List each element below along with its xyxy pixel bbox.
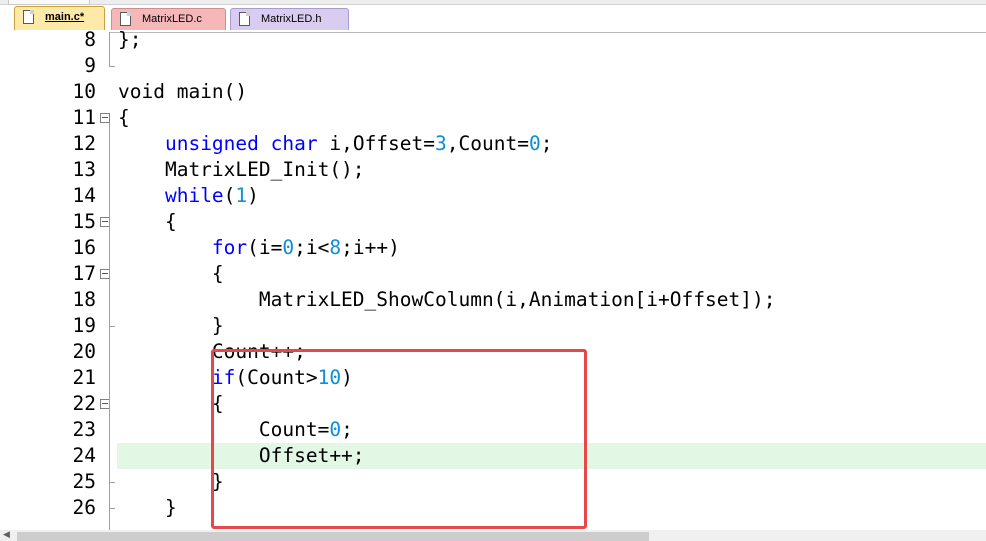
- line-number: 14: [72, 184, 96, 207]
- scrollbar-thumb[interactable]: [17, 532, 649, 541]
- code-line[interactable]: }: [118, 313, 224, 339]
- line-number: 10: [72, 80, 96, 103]
- fold-guide-line: [109, 123, 110, 541]
- code-line[interactable]: MatrixLED_ShowColumn(i,Animation[i+Offse…: [118, 287, 776, 313]
- tab-label: MatrixLED.c: [142, 13, 202, 25]
- tab-label: main.c*: [45, 11, 85, 23]
- code-line[interactable]: {: [118, 261, 224, 287]
- line-number: 16: [72, 236, 96, 259]
- editor-tab-bar: main.c* MatrixLED.c MatrixLED.h: [0, 0, 986, 33]
- fold-end-tick: [109, 66, 115, 67]
- code-line[interactable]: {: [118, 391, 224, 417]
- code-editor[interactable]: 8}; 9 10 void main() 11 {12 unsigned char i,O…: [0, 28, 986, 541]
- fold-end-tick: [109, 482, 115, 483]
- fold-end-tick: [109, 326, 115, 327]
- fold-guide-line: [109, 32, 110, 66]
- line-number: 26: [72, 496, 96, 519]
- horizontal-scrollbar[interactable]: ◀: [0, 530, 986, 541]
- code-line[interactable]: };: [118, 27, 141, 53]
- line-number: 23: [72, 418, 96, 441]
- line-number: 24: [72, 444, 96, 467]
- line-number: 20: [72, 340, 96, 363]
- line-number: 25: [72, 470, 96, 493]
- code-line[interactable]: {: [118, 209, 177, 235]
- line-number: 9: [84, 54, 96, 77]
- line-number: 13: [72, 158, 96, 181]
- toolbar-strip: [0, 0, 986, 5]
- scroll-left-icon[interactable]: ◀: [3, 530, 10, 540]
- code-line[interactable]: MatrixLED_Init();: [118, 157, 365, 183]
- file-icon: [239, 12, 250, 26]
- line-number: 15: [72, 210, 96, 233]
- toolbar-field: [8, 0, 90, 5]
- code-line[interactable]: while(1): [118, 183, 259, 209]
- code-line[interactable]: }: [118, 495, 177, 521]
- code-line[interactable]: }: [118, 469, 224, 495]
- fold-end-tick: [109, 508, 115, 509]
- code-line[interactable]: {: [118, 105, 130, 131]
- code-line[interactable]: unsigned char i,Offset=3,Count=0;: [118, 131, 552, 157]
- code-line[interactable]: for(i=0;i<8;i++): [118, 235, 400, 261]
- line-number: 12: [72, 132, 96, 155]
- line-number: 22: [72, 392, 96, 415]
- annotation-highlight-box: [211, 349, 587, 529]
- line-number: 8: [84, 28, 96, 51]
- tab-label: MatrixLED.h: [261, 13, 322, 25]
- tab-matrixled-h[interactable]: MatrixLED.h: [230, 8, 349, 30]
- line-number: 17: [72, 262, 96, 285]
- line-number: 19: [72, 314, 96, 337]
- fold-collapse-icon[interactable]: [100, 113, 110, 123]
- code-line[interactable]: void main(): [118, 79, 247, 105]
- file-icon: [120, 12, 131, 26]
- line-number: 21: [72, 366, 96, 389]
- line-number: 18: [72, 288, 96, 311]
- line-number: 11: [72, 106, 96, 129]
- file-icon: [23, 10, 34, 24]
